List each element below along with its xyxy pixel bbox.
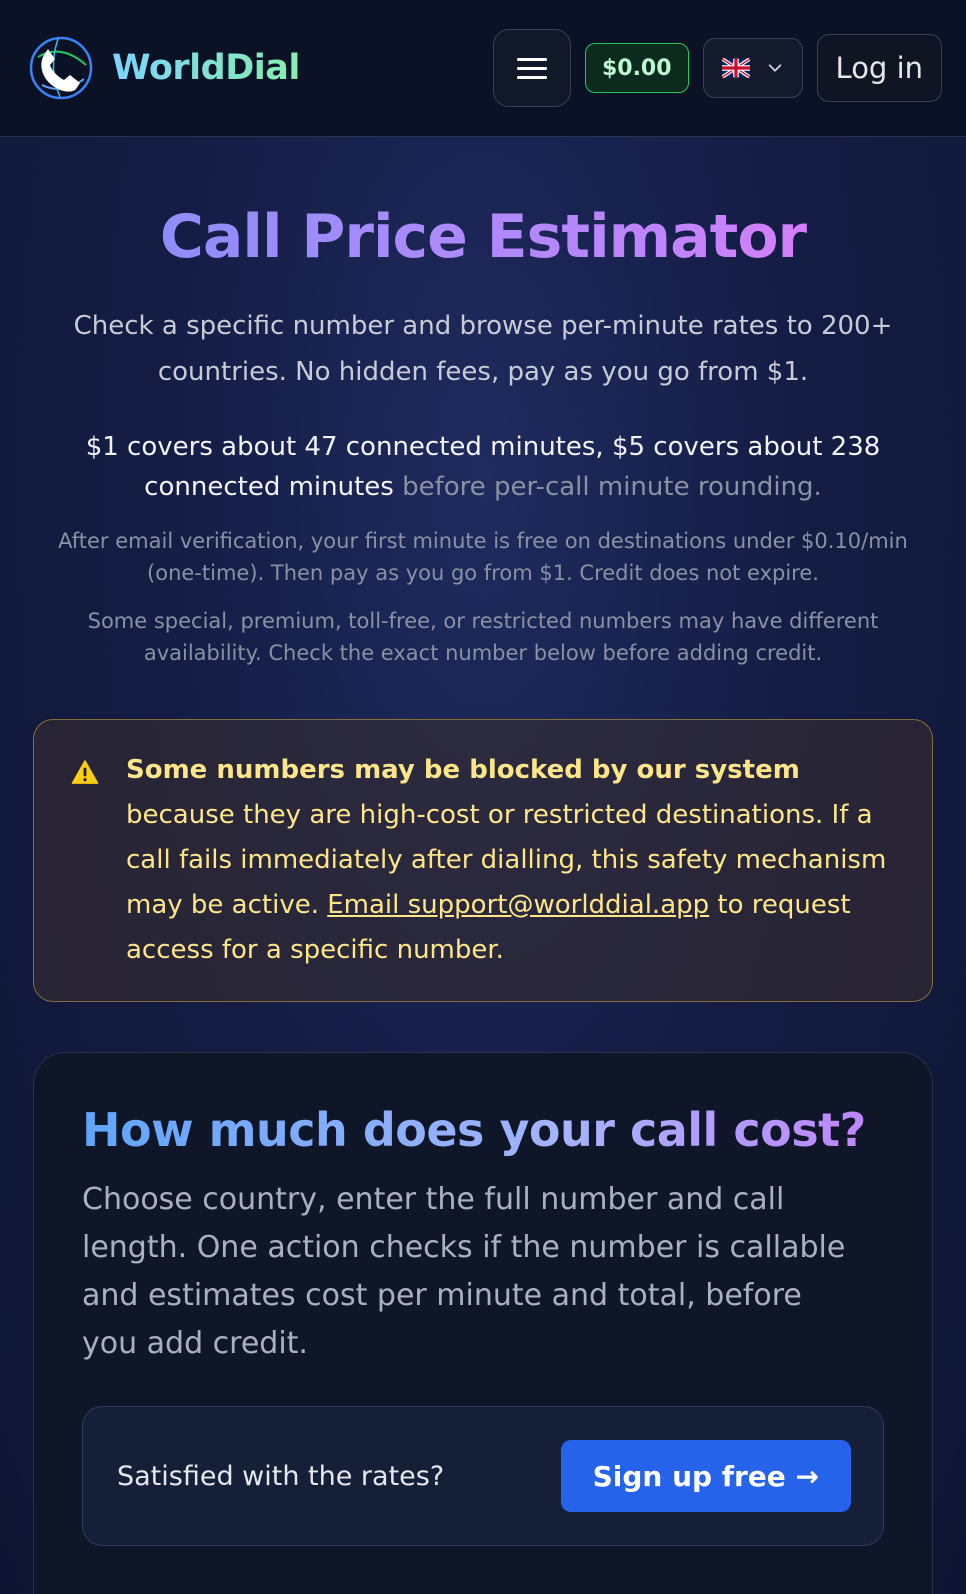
estimator-card: How much does your call cost? Choose cou… [33,1052,933,1594]
coverage-info: $1 covers about 47 connected minutes, $5… [63,427,903,507]
special-numbers-note: Some special, premium, toll-free, or res… [87,609,879,665]
chevron-down-icon [768,64,781,72]
phone-globe-logo-icon [29,36,93,100]
warning-icon [71,760,99,784]
top-header: WorldDial $0.00 Log in [0,0,966,137]
estimator-title: How much does your call cost? [82,1103,884,1158]
free-minute-note: After email verification, your first min… [58,529,908,585]
uk-flag-icon [721,58,750,78]
cta-text: Satisfied with the rates? [117,1460,445,1492]
brand[interactable]: WorldDial [28,35,300,101]
blocked-numbers-warning: Some numbers may be blocked by our syste… [33,719,933,1002]
hero-subtitle: Check a specific number and browse per-m… [73,311,893,387]
brand-name: WorldDial [112,48,300,88]
login-button[interactable]: Log in [816,34,942,102]
signup-button[interactable]: Sign up free → [560,1440,851,1513]
balance-badge[interactable]: $0.00 [584,43,689,93]
signup-cta: Satisfied with the rates? Sign up free → [82,1406,884,1547]
estimator-description: Choose country, enter the full number an… [82,1182,846,1362]
hamburger-icon [516,52,547,85]
menu-button[interactable] [492,29,571,107]
warning-bold: Some numbers may be blocked by our syste… [126,755,800,785]
page-title: Call Price Estimator [32,201,934,273]
support-email-link[interactable]: Email support@worlddial.app [327,890,709,920]
header-actions: $0.00 Log in [492,29,942,107]
hero-section: Call Price Estimator Check a specific nu… [0,137,966,669]
warning-text: Some numbers may be blocked by our syste… [126,748,898,973]
coverage-muted: before per-call minute rounding. [393,472,822,502]
language-selector[interactable] [702,38,803,98]
